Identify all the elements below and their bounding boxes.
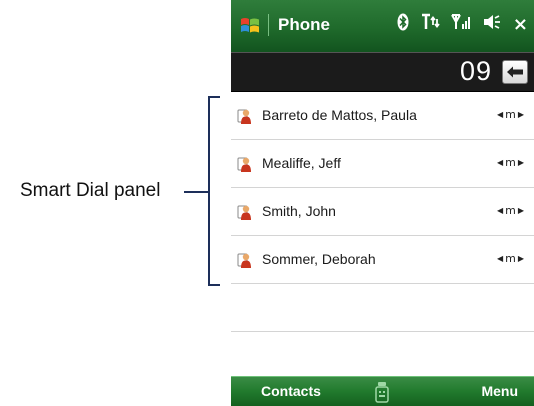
- dial-input-bar: 09: [231, 52, 534, 92]
- smart-dial-panel: Barreto de Mattos, Paula ◀ m ▶ Mealiffe,…: [231, 92, 534, 376]
- menu-softkey[interactable]: Menu: [481, 383, 518, 399]
- left-arrow-icon[interactable]: ◀: [497, 206, 503, 215]
- contact-icon: [237, 157, 251, 172]
- number-type-selector[interactable]: ◀ m ▶: [497, 204, 524, 217]
- phone-screen: Phone × 09 Barreto de Mattos, Paula ◀ m …: [231, 0, 534, 406]
- number-type-label: m: [505, 108, 516, 121]
- status-icon-group: ×: [397, 13, 528, 37]
- backspace-button[interactable]: [502, 60, 528, 84]
- speaker-icon[interactable]: [482, 13, 502, 37]
- bluetooth-icon[interactable]: [397, 13, 409, 37]
- contacts-softkey[interactable]: Contacts: [261, 383, 321, 399]
- close-icon[interactable]: ×: [513, 14, 528, 36]
- left-arrow-icon[interactable]: ◀: [497, 158, 503, 167]
- contact-name: Mealiffe, Jeff: [262, 155, 341, 171]
- contact-icon: [237, 205, 251, 220]
- annotation-bracket-bottom: [208, 284, 220, 286]
- number-type-label: m: [505, 204, 516, 217]
- annotation-bracket-top: [208, 96, 220, 98]
- app-title: Phone: [278, 15, 330, 34]
- annotation-bracket-vertical: [208, 96, 210, 286]
- right-arrow-icon[interactable]: ▶: [518, 206, 524, 215]
- empty-row: [231, 284, 534, 332]
- annotation-leader-line: [184, 191, 208, 193]
- title-separator: [268, 14, 269, 36]
- contact-name: Smith, John: [262, 203, 336, 219]
- data-connection-icon[interactable]: [420, 13, 440, 37]
- left-arrow-icon[interactable]: ◀: [497, 110, 503, 119]
- contact-icon: [237, 253, 251, 268]
- contact-row[interactable]: Mealiffe, Jeff ◀ m ▶: [231, 140, 534, 188]
- number-type-selector[interactable]: ◀ m ▶: [497, 156, 524, 169]
- number-type-label: m: [505, 252, 516, 265]
- annotation-label: Smart Dial panel: [20, 180, 161, 201]
- signal-icon[interactable]: [451, 13, 471, 37]
- left-arrow-icon[interactable]: ◀: [497, 254, 503, 263]
- contact-row[interactable]: Smith, John ◀ m ▶: [231, 188, 534, 236]
- softkey-bar: Contacts Menu: [231, 376, 534, 406]
- number-type-selector[interactable]: ◀ m ▶: [497, 252, 524, 265]
- dialed-digits[interactable]: 09: [460, 56, 492, 87]
- keyboard-icon[interactable]: [374, 381, 390, 403]
- right-arrow-icon[interactable]: ▶: [518, 254, 524, 263]
- contact-name: Sommer, Deborah: [262, 251, 376, 267]
- windows-flag-icon[interactable]: [239, 15, 261, 37]
- right-arrow-icon[interactable]: ▶: [518, 158, 524, 167]
- number-type-label: m: [505, 156, 516, 169]
- title-bar: Phone ×: [231, 0, 534, 52]
- contact-row[interactable]: Sommer, Deborah ◀ m ▶: [231, 236, 534, 284]
- backspace-arrow-icon: [507, 66, 523, 78]
- contact-name: Barreto de Mattos, Paula: [262, 107, 417, 123]
- contact-row[interactable]: Barreto de Mattos, Paula ◀ m ▶: [231, 92, 534, 140]
- right-arrow-icon[interactable]: ▶: [518, 110, 524, 119]
- number-type-selector[interactable]: ◀ m ▶: [497, 108, 524, 121]
- contact-icon: [237, 109, 251, 124]
